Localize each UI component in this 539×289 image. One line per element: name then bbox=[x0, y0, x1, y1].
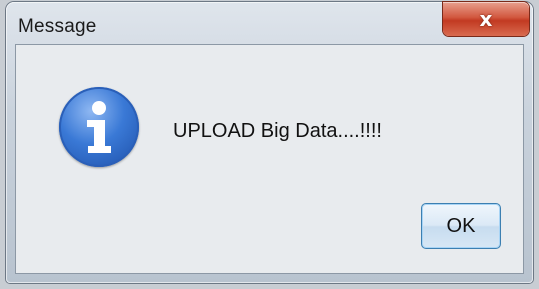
close-icon: x bbox=[479, 7, 493, 31]
title-bar[interactable]: Message x bbox=[6, 2, 533, 44]
ok-button[interactable]: OK bbox=[421, 203, 501, 249]
window-title: Message bbox=[18, 16, 97, 37]
info-icon bbox=[59, 87, 139, 167]
message-text: UPLOAD Big Data....!!!! bbox=[173, 120, 382, 142]
close-button[interactable]: x bbox=[443, 2, 529, 36]
message-dialog: Message x UPLOAD Big Data....!!!! OK bbox=[6, 2, 533, 283]
dialog-content: UPLOAD Big Data....!!!! OK bbox=[15, 44, 524, 274]
